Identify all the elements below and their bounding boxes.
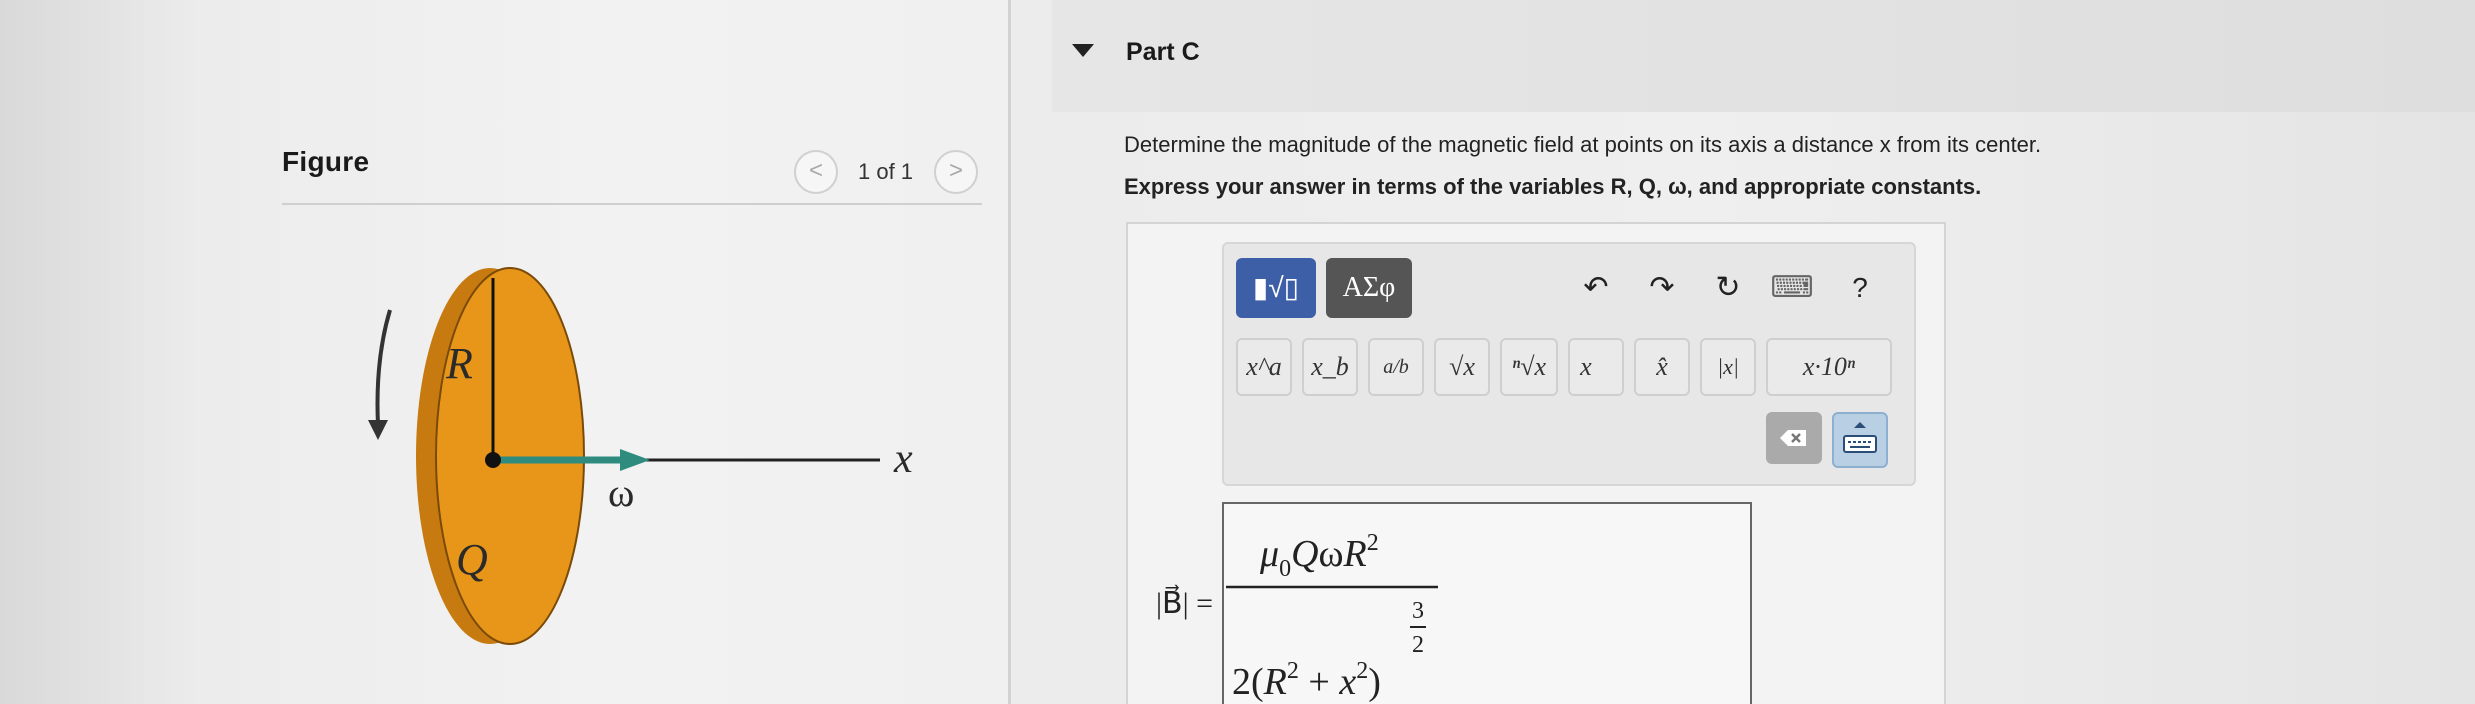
unit-vector-button[interactable]: x̂ xyxy=(1634,338,1690,396)
rotating-disk-figure: R Q ω x xyxy=(368,267,913,645)
denominator-expression: 2(R2 + x2) xyxy=(1232,658,1381,703)
radius-label: R xyxy=(445,339,473,388)
x-axis-label: x xyxy=(893,436,913,482)
exponent-three-halves: 3 2 xyxy=(1410,598,1426,658)
keyboard-icon xyxy=(1843,422,1877,453)
square-root-button[interactable]: √x xyxy=(1434,338,1490,396)
subscript-button[interactable]: x_b xyxy=(1302,338,1358,396)
reset-icon[interactable]: ↻ xyxy=(1706,264,1750,312)
numerator-expression: μ0QωR2 xyxy=(1259,530,1379,582)
omega-label: ω xyxy=(608,470,634,515)
absolute-value-button[interactable]: |x| xyxy=(1700,338,1756,396)
templates-mode-button[interactable]: ▮√▯ xyxy=(1236,258,1316,318)
instruction-text: Express your answer in terms of the vari… xyxy=(1124,174,1982,199)
figure-divider xyxy=(282,203,982,205)
collapse-caret-icon[interactable] xyxy=(1072,44,1094,57)
figure-title: Figure xyxy=(282,146,370,177)
redo-icon[interactable]: ↷ xyxy=(1640,264,1684,312)
scientific-notation-button[interactable]: x·10ⁿ xyxy=(1766,338,1892,396)
svg-text:2: 2 xyxy=(1412,632,1424,658)
previous-figure-button[interactable]: < xyxy=(794,150,838,194)
part-title: Part C xyxy=(1126,38,1200,66)
rotation-arrow-icon xyxy=(368,309,392,440)
help-icon[interactable]: ? xyxy=(1838,264,1882,312)
virtual-keyboard-button[interactable] xyxy=(1832,412,1888,468)
next-figure-button[interactable]: > xyxy=(934,150,978,194)
fraction-button[interactable]: a/b xyxy=(1368,338,1424,396)
vector-button[interactable]: x⃗ xyxy=(1568,338,1624,396)
delete-button[interactable] xyxy=(1766,412,1822,464)
charge-label: Q xyxy=(456,535,488,584)
disk xyxy=(416,267,585,645)
part-header[interactable] xyxy=(1052,0,2475,112)
disk-center-point xyxy=(485,452,501,468)
field-magnitude-label: |B⃗| = xyxy=(1156,587,1214,620)
answer-expression: μ0QωR2 2(R2 + x2) 3 2 xyxy=(1226,530,1438,703)
keyboard-shortcuts-icon[interactable]: ⌨ xyxy=(1770,264,1814,312)
figure-pager-count: 1 of 1 xyxy=(858,159,914,184)
greek-symbols-button[interactable]: ΑΣφ xyxy=(1326,258,1412,318)
svg-text:3: 3 xyxy=(1412,598,1424,624)
question-text: Determine the magnitude of the magnetic … xyxy=(1124,132,2042,157)
undo-icon[interactable]: ↶ xyxy=(1574,264,1618,312)
nth-root-button[interactable]: ⁿ√x xyxy=(1500,338,1558,396)
backspace-icon xyxy=(1780,430,1806,446)
superscript-button[interactable]: x^a xyxy=(1236,338,1292,396)
